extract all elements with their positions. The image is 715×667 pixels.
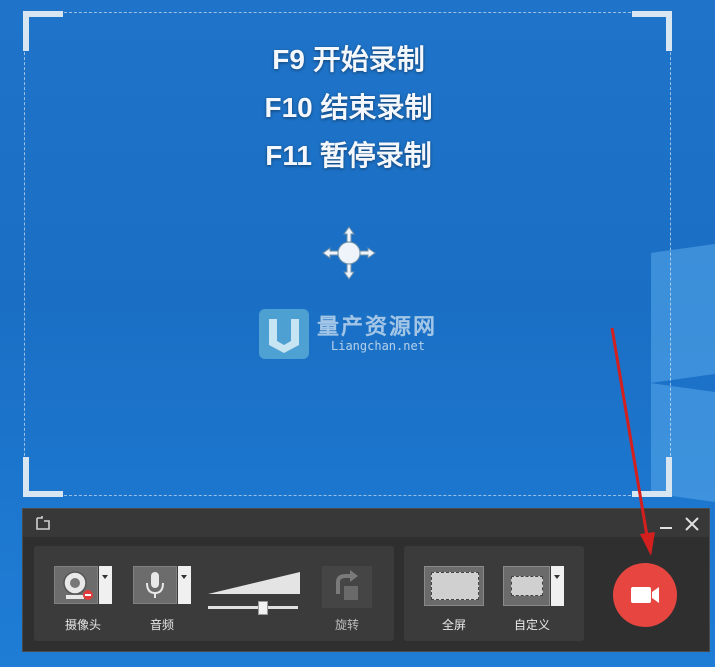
fullscreen-label: 全屏 xyxy=(441,618,466,632)
custom-region-button[interactable] xyxy=(503,566,550,606)
webcam-icon xyxy=(63,571,93,600)
volume-indicator xyxy=(208,572,300,594)
audio-dropdown[interactable] xyxy=(178,566,191,604)
capture-mode-panel: 全屏 自定义 xyxy=(404,546,584,641)
recording-toolbar: 摄像头 音频 旋转 全屏 自定义 xyxy=(22,508,710,652)
custom-label: 自定义 xyxy=(513,618,550,632)
hotkey-pause: F11 暂停录制 xyxy=(265,140,432,171)
camera-dropdown[interactable] xyxy=(99,566,112,604)
volume-slider-track[interactable] xyxy=(208,606,298,609)
volume-slider-thumb[interactable] xyxy=(257,601,268,615)
rotate-icon xyxy=(336,570,358,600)
audio-button[interactable] xyxy=(133,566,177,604)
watermark-logo xyxy=(259,309,309,359)
resize-handle-bottom-right[interactable] xyxy=(632,457,672,497)
fullscreen-button[interactable] xyxy=(424,566,484,606)
device-panel: 摄像头 音频 旋转 xyxy=(34,546,394,641)
custom-region-icon xyxy=(511,576,543,596)
fullscreen-icon xyxy=(431,572,479,600)
audio-label: 音频 xyxy=(149,618,174,632)
camera-button[interactable] xyxy=(54,566,98,604)
capture-region[interactable]: F9 开始录制 F10 结束录制 F11 暂停录制 量产资源网 Liangcha… xyxy=(23,11,672,497)
hotkey-hints: F9 开始录制 F10 结束录制 F11 暂停录制 xyxy=(25,36,672,180)
toolbar-titlebar[interactable] xyxy=(23,509,709,537)
close-icon[interactable] xyxy=(683,515,701,533)
restore-icon[interactable] xyxy=(34,514,52,532)
hotkey-start: F9 开始录制 xyxy=(272,44,425,75)
resize-handle-bottom-left[interactable] xyxy=(23,457,63,497)
record-button[interactable] xyxy=(613,563,677,627)
rotate-label: 旋转 xyxy=(334,618,359,632)
minimize-icon[interactable] xyxy=(657,515,675,533)
custom-region-dropdown[interactable] xyxy=(551,566,564,606)
hotkey-stop: F10 结束录制 xyxy=(264,92,433,123)
watermark-title: 量产资源网 xyxy=(317,315,438,340)
camera-label: 摄像头 xyxy=(64,618,101,632)
video-camera-icon xyxy=(631,587,659,603)
watermark: 量产资源网 Liangchan.net xyxy=(259,309,479,361)
watermark-subtitle: Liangchan.net xyxy=(331,339,425,353)
rotate-button[interactable] xyxy=(322,566,372,608)
microphone-icon xyxy=(146,572,164,598)
move-icon[interactable] xyxy=(321,225,377,281)
